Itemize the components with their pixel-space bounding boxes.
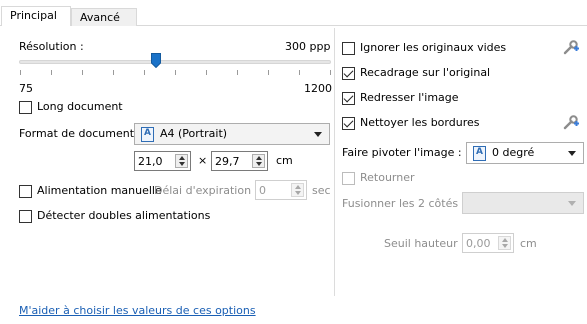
tab-principal-label: Principal: [10, 9, 57, 22]
wrench-settings-icon[interactable]: [563, 114, 579, 130]
long-document-checkbox[interactable]: [19, 101, 32, 114]
slider-tick: [175, 70, 176, 75]
slider-tick: [20, 70, 21, 75]
resolution-min: 75: [19, 82, 33, 95]
tab-principal[interactable]: Principal: [1, 6, 71, 26]
document-format-value: A4 (Portrait): [160, 127, 228, 140]
slider-tick: [51, 70, 52, 75]
resolution-label: Résolution :: [19, 40, 84, 53]
deskew-label: Redresser l'image: [360, 91, 459, 104]
times-sign: ×: [198, 154, 208, 167]
spinner-arrows-icon[interactable]: [291, 183, 304, 197]
help-link[interactable]: M'aider à choisir les valeurs de ces opt…: [19, 304, 256, 317]
resolution-value: 300 ppp: [285, 40, 331, 53]
document-format-dropdown[interactable]: A4 (Portrait): [134, 123, 330, 145]
merge-sides-label: Fusionner les 2 côtés :: [342, 197, 466, 210]
height-threshold-unit: cm: [520, 237, 537, 250]
slider-tick: [268, 70, 269, 75]
chevron-down-icon: [568, 151, 576, 156]
chevron-down-icon: [314, 132, 322, 137]
document-icon: [473, 146, 486, 161]
timeout-unit: sec: [312, 184, 331, 197]
tab-avance[interactable]: Avancé: [71, 8, 137, 26]
resolution-slider-thumb[interactable]: [151, 53, 161, 68]
long-document-label: Long document: [37, 100, 123, 113]
height-threshold-label: Seuil hauteur :: [384, 237, 465, 250]
tab-avance-label: Avancé: [80, 11, 120, 24]
manual-feed-checkbox[interactable]: [19, 185, 32, 198]
slider-tick: [144, 70, 145, 75]
spinner-arrows-icon[interactable]: [498, 236, 511, 250]
ignore-blank-label: Ignorer les originaux vides: [360, 41, 507, 54]
rotate-label: Faire pivoter l'image :: [342, 146, 462, 159]
slider-tick: [113, 70, 114, 75]
slider-tick: [237, 70, 238, 75]
slider-tick: [330, 70, 331, 75]
ignore-blank-checkbox[interactable]: [342, 42, 355, 55]
document-icon: [141, 127, 154, 142]
wrench-settings-icon[interactable]: [563, 39, 579, 55]
clean-borders-checkbox[interactable]: [342, 117, 355, 130]
document-height-stepper[interactable]: 29,7: [211, 151, 268, 171]
document-width-value: 21,0: [138, 155, 163, 168]
crop-original-label: Recadrage sur l'original: [360, 66, 491, 79]
document-width-stepper[interactable]: 21,0: [134, 151, 191, 171]
spinner-arrows-icon[interactable]: [175, 154, 188, 168]
chevron-down-icon: [568, 201, 576, 206]
flip-label: Retourner: [360, 171, 415, 184]
height-threshold-value: 0,00: [466, 237, 491, 250]
document-format-label: Format de document :: [19, 127, 142, 140]
slider-tick: [299, 70, 300, 75]
slider-tick: [206, 70, 207, 75]
double-feed-label: Détecter doubles alimentations: [37, 209, 211, 222]
resolution-max: 1200: [304, 82, 332, 95]
tab-strip: Principal Avancé: [0, 0, 587, 26]
manual-feed-label: Alimentation manuelle: [37, 184, 162, 197]
clean-borders-label: Nettoyer les bordures: [360, 116, 480, 129]
timeout-label: Délai d'expiration :: [154, 184, 259, 197]
format-unit: cm: [276, 154, 293, 167]
resolution-slider-track[interactable]: [19, 60, 331, 64]
double-feed-checkbox[interactable]: [19, 210, 32, 223]
column-divider: [334, 28, 335, 296]
rotate-value: 0 degré: [492, 146, 535, 159]
deskew-checkbox[interactable]: [342, 92, 355, 105]
timeout-value: 0: [259, 184, 266, 197]
slider-tick: [82, 70, 83, 75]
document-height-value: 29,7: [215, 155, 240, 168]
height-threshold-stepper[interactable]: 0,00: [462, 233, 514, 253]
flip-checkbox[interactable]: [342, 172, 355, 185]
merge-sides-dropdown[interactable]: [462, 192, 584, 214]
rotate-dropdown[interactable]: 0 degré: [466, 142, 584, 164]
timeout-stepper[interactable]: 0: [255, 180, 307, 200]
crop-original-checkbox[interactable]: [342, 67, 355, 80]
spinner-arrows-icon[interactable]: [252, 154, 265, 168]
